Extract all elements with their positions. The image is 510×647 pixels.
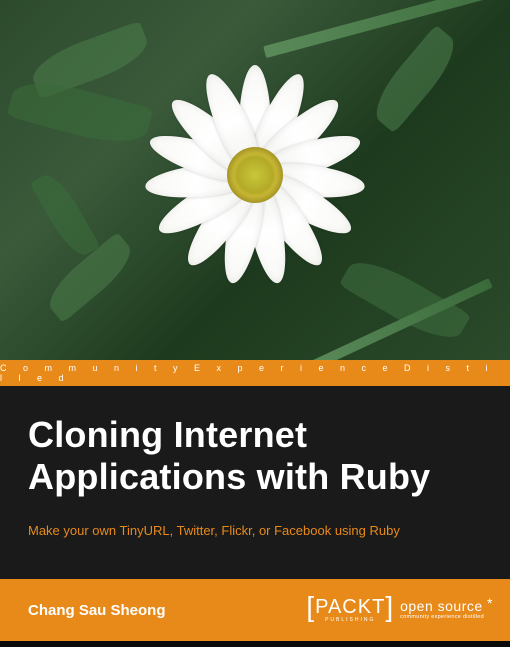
title-line: Cloning Internet (28, 414, 307, 455)
foliage (365, 25, 465, 134)
open-source-label: open source community experience distill… (400, 599, 484, 621)
title-line: Applications with Ruby (28, 456, 430, 497)
cover-photo (0, 0, 510, 360)
packt-logo: [ PACKT ] PUBLISHING (306, 597, 394, 623)
footer-bar: Chang Sau Sheong [ PACKT ] PUBLISHING op… (0, 579, 510, 641)
title-block: Cloning Internet Applications with Ruby … (0, 386, 510, 548)
author-name: Chang Sau Sheong (28, 602, 166, 619)
book-subtitle: Make your own TinyURL, Twitter, Flickr, … (28, 523, 482, 538)
book-cover: C o m m u n i t y E x p e r i e n c e D … (0, 0, 510, 647)
brand-main: open source (400, 599, 484, 613)
brand-sub: community experience distilled (400, 615, 484, 621)
book-title: Cloning Internet Applications with Ruby (28, 414, 482, 499)
series-tagline: C o m m u n i t y E x p e r i e n c e D … (0, 360, 510, 386)
bottom-shadow (0, 641, 510, 647)
bracket-icon: [ (306, 597, 315, 617)
bracket-icon: ] (385, 597, 394, 617)
spacer (0, 548, 510, 579)
publisher-sub: PUBLISHING (325, 618, 375, 623)
foliage (30, 169, 101, 262)
publisher-block: [ PACKT ] PUBLISHING open source communi… (306, 597, 484, 623)
foliage (263, 0, 510, 58)
publisher-name: PACKT (315, 597, 385, 617)
